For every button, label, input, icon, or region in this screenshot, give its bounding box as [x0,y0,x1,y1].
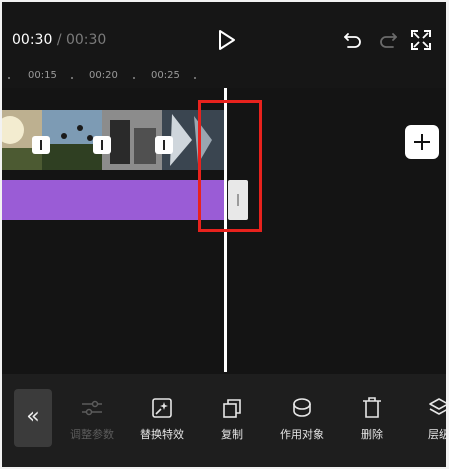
total-time: 00:30 [65,32,107,48]
replace-effect-icon [152,398,172,418]
tool-label: 替换特效 [140,428,184,441]
fullscreen-icon[interactable] [410,29,432,51]
layers-icon [429,398,446,415]
ruler-tick: 00:25 [151,70,180,81]
highlight-box [198,100,262,232]
apply-target-icon [293,398,311,417]
edit-toolbar: « 调整参数 替换特效 复制 作用对象 删除 层级 [2,374,446,467]
video-clip-track[interactable] [2,110,224,170]
ruler-dot [71,77,73,79]
transition-marker[interactable] [93,136,111,154]
video-editor: 00:30 / 00:30 00:15 00:20 00:25 « 调整参数 替… [2,2,446,467]
effect-track[interactable] [2,180,224,220]
copy-icon [223,399,241,418]
tool-layers[interactable]: 层级 [407,396,446,442]
tool-delete[interactable]: 删除 [340,396,404,442]
clip-thumbnail [102,110,162,170]
tool-label: 层级 [428,428,446,441]
ruler-tick: 00:20 [89,70,118,81]
add-clip-button[interactable] [405,125,439,159]
play-icon[interactable] [214,28,238,52]
timeline-ruler: 00:15 00:20 00:25 [2,64,446,88]
tool-label: 复制 [221,428,243,441]
tool-apply-target[interactable]: 作用对象 [270,396,334,442]
delete-icon [363,397,381,418]
tool-label: 作用对象 [280,428,324,441]
tool-copy[interactable]: 复制 [200,396,264,442]
ruler-dot [194,77,196,79]
tool-label: 删除 [361,428,383,441]
ruler-dot [8,77,10,79]
ruler-tick: 00:15 [28,70,57,81]
tool-label: 调整参数 [70,428,114,441]
tool-adjust-params[interactable]: 调整参数 [60,396,124,442]
timecode: 00:30 / 00:30 [12,32,106,48]
undo-icon[interactable] [343,30,363,50]
tool-replace-effect[interactable]: 替换特效 [130,396,194,442]
transition-marker[interactable] [155,136,173,154]
transition-marker[interactable] [32,136,50,154]
collapse-button[interactable]: « [14,389,52,447]
adjust-sliders-icon [82,400,102,416]
redo-icon[interactable] [378,30,398,50]
ruler-dot [133,77,135,79]
current-time: 00:30 [12,32,53,48]
time-separator: / [56,32,62,48]
player-toolbar: 00:30 / 00:30 [2,2,446,64]
